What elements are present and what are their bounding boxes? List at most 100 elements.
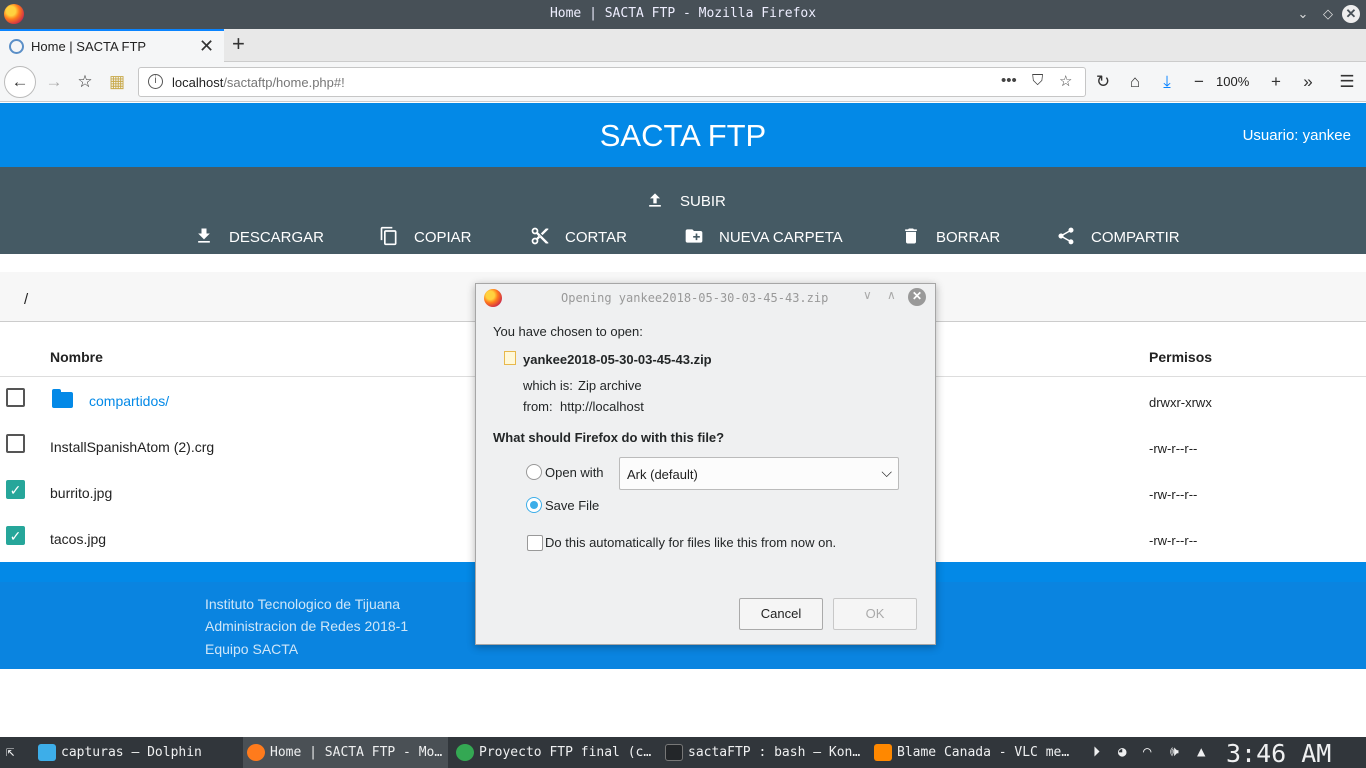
page-actions-icon[interactable]: •••: [1001, 72, 1017, 89]
extensions-icon[interactable]: ▦: [103, 68, 131, 96]
media-player-icon[interactable]: ⏵: [1093, 744, 1100, 760]
system-monitor-icon[interactable]: ◕: [1118, 744, 1126, 760]
cancel-button[interactable]: Cancel: [739, 598, 823, 630]
bookmark-star-outline-icon[interactable]: ☆: [71, 68, 99, 96]
app-title: SACTA FTP: [599, 118, 767, 153]
zoom-level[interactable]: 100%: [1216, 74, 1249, 89]
chosen-label: You have chosen to open:: [493, 324, 643, 339]
current-path[interactable]: /: [24, 291, 28, 308]
open-with-app-select[interactable]: Ark (default) ⌵: [619, 457, 899, 490]
url-bar[interactable]: i localhost/sactaftp/home.php#! ••• ⛉ ☆: [138, 67, 1086, 97]
row-checkbox[interactable]: [6, 388, 25, 407]
share-icon: [1058, 227, 1074, 245]
maximize-icon[interactable]: ◇: [1319, 5, 1337, 23]
footer-line-team: Equipo SACTA: [205, 641, 299, 657]
pocket-icon[interactable]: ⛉: [1032, 72, 1043, 89]
save-file-label[interactable]: Save File: [545, 498, 599, 513]
bookmark-star-icon[interactable]: ☆: [1059, 72, 1072, 90]
row-checkbox-checked[interactable]: ✓: [6, 526, 25, 545]
open-file-dialog: Opening yankee2018-05-30-03-45-43.zip ∨ …: [475, 283, 936, 645]
task-firefox[interactable]: Home | SACTA FTP - Mo…: [243, 737, 448, 768]
tab-label: Home | SACTA FTP: [31, 39, 147, 54]
volume-icon[interactable]: 🕪: [1170, 744, 1179, 760]
folder-link[interactable]: compartidos/: [89, 393, 169, 409]
task-chrome[interactable]: Proyecto FTP final (c…: [452, 737, 657, 768]
forward-button[interactable]: →: [40, 68, 68, 96]
vlc-icon: [874, 744, 892, 761]
minimize-icon[interactable]: ∨: [863, 288, 872, 302]
tab-bar: Home | SACTA FTP ✕ +: [0, 29, 1366, 62]
row-checkbox[interactable]: [6, 434, 25, 453]
action-question: What should Firefox do with this file?: [493, 430, 725, 445]
column-header-name[interactable]: Nombre: [50, 349, 103, 365]
window-titlebar: Home | SACTA FTP - Mozilla Firefox ⌄ ◇ ✕: [0, 0, 1366, 29]
downloads-icon[interactable]: ⤓: [1153, 68, 1181, 96]
url-text[interactable]: localhost/sactaftp/home.php#!: [172, 75, 345, 90]
file-name[interactable]: tacos.jpg: [50, 531, 106, 547]
wifi-icon[interactable]: ◠: [1143, 744, 1151, 760]
trash-icon: [905, 228, 917, 244]
new-tab-icon[interactable]: +: [232, 31, 245, 57]
from-label: from:: [523, 399, 553, 414]
minimize-icon[interactable]: ⌄: [1294, 5, 1312, 23]
action-toolbar: SUBIR DESCARGAR COPIAR CORTAR NUEVA CARP…: [0, 167, 1366, 254]
new-folder-icon: [685, 229, 703, 243]
tray-expand-icon[interactable]: ▲: [1197, 744, 1205, 760]
download-icon: [198, 228, 210, 243]
close-window-icon[interactable]: ✕: [1342, 5, 1360, 23]
maximize-icon[interactable]: ∧: [887, 288, 896, 302]
task-vlc[interactable]: Blame Canada - VLC me…: [870, 737, 1075, 768]
overflow-menu-icon[interactable]: »: [1294, 68, 1322, 96]
column-header-permissions[interactable]: Permisos: [1149, 349, 1212, 365]
footer-line-course: Administracion de Redes 2018-1: [205, 618, 409, 634]
zoom-out-icon[interactable]: −: [1185, 68, 1213, 96]
row-permissions: drwxr-xrwx: [1149, 395, 1212, 410]
hamburger-menu-icon[interactable]: ☰: [1333, 68, 1361, 96]
row-permissions: -rw-r--r--: [1149, 441, 1198, 456]
zoom-in-icon[interactable]: +: [1262, 68, 1290, 96]
close-tab-icon[interactable]: ✕: [199, 36, 214, 57]
open-with-radio[interactable]: [526, 464, 542, 480]
home-icon[interactable]: ⌂: [1121, 68, 1149, 96]
from-value: http://localhost: [560, 399, 644, 414]
chevron-down-icon: ⌵: [881, 464, 892, 480]
window-title: Home | SACTA FTP - Mozilla Firefox: [549, 6, 817, 21]
auto-action-checkbox[interactable]: [527, 535, 543, 551]
app-header: SACTA FTP Usuario: yankee: [0, 103, 1366, 167]
auto-action-label[interactable]: Do this automatically for files like thi…: [545, 535, 836, 550]
scissors-icon: [531, 227, 549, 245]
terminal-icon: [665, 744, 683, 761]
taskbar: ⇱ capturas — Dolphin Home | SACTA FTP - …: [0, 737, 1366, 768]
copy-icon: [380, 226, 397, 246]
site-favicon-icon: [9, 39, 24, 54]
app-launcher-icon[interactable]: ⇱: [6, 744, 14, 760]
open-with-app-value: Ark (default): [627, 467, 698, 482]
clock[interactable]: 3:46 AM: [1226, 739, 1331, 768]
ok-button[interactable]: OK: [833, 598, 917, 630]
firefox-logo-icon: [484, 289, 502, 307]
folder-icon: [38, 744, 56, 761]
file-name: yankee2018-05-30-03-45-43.zip: [523, 352, 712, 367]
nav-bar: ← → ☆ ▦ i localhost/sactaftp/home.php#! …: [0, 62, 1366, 102]
row-permissions: -rw-r--r--: [1149, 533, 1198, 548]
task-dolphin[interactable]: capturas — Dolphin: [34, 737, 239, 768]
tab-home[interactable]: Home | SACTA FTP ✕: [0, 29, 224, 62]
upload-icon: [649, 193, 661, 207]
file-name[interactable]: InstallSpanishAtom (2).crg: [50, 439, 214, 455]
firefox-logo-icon: [247, 744, 265, 761]
close-dialog-icon[interactable]: ✕: [908, 288, 926, 306]
folder-icon: [52, 389, 73, 408]
user-label: Usuario: yankee: [1242, 127, 1351, 144]
reload-icon[interactable]: ↻: [1089, 68, 1117, 96]
task-konsole[interactable]: sactaFTP : bash — Kon…: [661, 737, 866, 768]
dialog-titlebar: Opening yankee2018-05-30-03-45-43.zip ∨ …: [476, 284, 935, 312]
save-file-radio[interactable]: [526, 497, 542, 513]
back-button[interactable]: ←: [4, 66, 36, 98]
open-with-label[interactable]: Open with: [545, 465, 604, 480]
site-info-icon[interactable]: i: [148, 74, 163, 89]
file-name[interactable]: burrito.jpg: [50, 485, 112, 501]
chrome-icon: [456, 744, 474, 761]
row-checkbox-checked[interactable]: ✓: [6, 480, 25, 499]
row-permissions: -rw-r--r--: [1149, 487, 1198, 502]
zip-file-icon: [504, 351, 516, 365]
